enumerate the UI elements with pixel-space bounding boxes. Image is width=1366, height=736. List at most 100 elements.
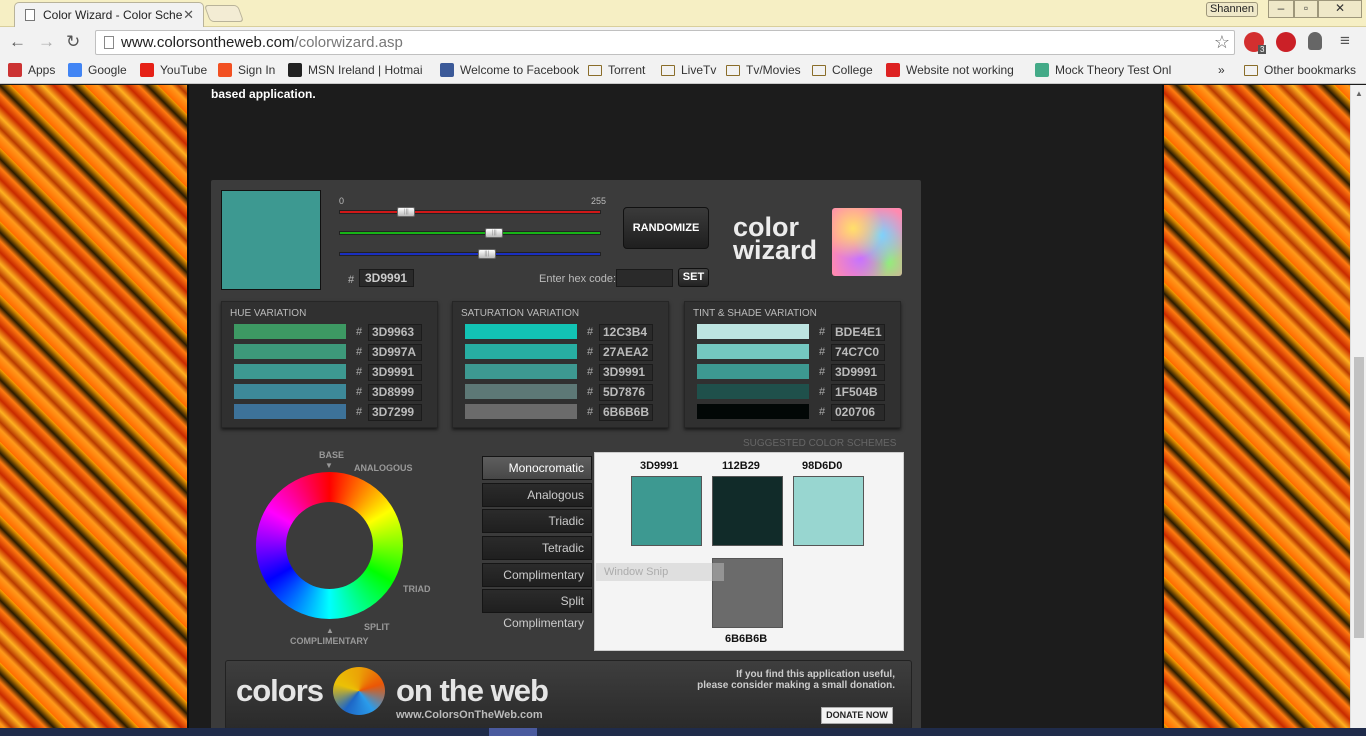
bookmark-livetv[interactable]: LiveTv bbox=[661, 63, 716, 77]
blue-slider-track[interactable] bbox=[339, 252, 601, 256]
variation-swatch[interactable] bbox=[697, 404, 809, 419]
bookmark-other-bookmarks[interactable]: Other bookmarks bbox=[1244, 63, 1356, 77]
back-arrow-icon[interactable]: ← bbox=[9, 33, 26, 51]
minimize-button[interactable]: – bbox=[1268, 0, 1294, 18]
variation-row[interactable]: #3D7299 bbox=[234, 404, 430, 421]
variation-swatch[interactable] bbox=[697, 344, 809, 359]
scheme-button-triadic[interactable]: Triadic bbox=[482, 509, 592, 533]
randomize-button[interactable]: RANDOMIZE bbox=[623, 207, 709, 249]
variation-row[interactable]: #27AEA2 bbox=[465, 344, 661, 361]
variation-swatch[interactable] bbox=[465, 404, 577, 419]
variation-row[interactable]: #1F504B bbox=[697, 384, 893, 401]
msn-icon bbox=[288, 63, 302, 77]
variation-swatch[interactable] bbox=[234, 384, 346, 399]
red-slider-track[interactable] bbox=[339, 210, 601, 214]
close-tab-icon[interactable]: ✕ bbox=[183, 7, 194, 23]
bookmark-msn-ireland-hotmai[interactable]: MSN Ireland | Hotmai bbox=[288, 63, 423, 77]
green-slider-track[interactable] bbox=[339, 231, 601, 235]
page-scrollbar[interactable]: ▲ bbox=[1350, 85, 1366, 736]
variation-hex: 74C7C0 bbox=[831, 344, 885, 361]
hash-symbol: # bbox=[587, 406, 594, 418]
profile-button[interactable]: Shannen bbox=[1206, 2, 1258, 17]
variation-swatch[interactable] bbox=[697, 384, 809, 399]
set-hex-button[interactable]: SET bbox=[678, 268, 709, 287]
bookmark-mock-theory-test-onl[interactable]: Mock Theory Test Onl bbox=[1035, 63, 1171, 77]
bookmark-website-not-working[interactable]: Website not working bbox=[886, 63, 1014, 77]
variation-swatch[interactable] bbox=[465, 344, 577, 359]
scheme-color-1-swatch[interactable] bbox=[631, 476, 702, 546]
variation-row[interactable]: #5D7876 bbox=[465, 384, 661, 401]
variation-row[interactable]: # BDE4E1 bbox=[697, 324, 893, 341]
scheme-button-split-complimentary[interactable]: Split Complimentary bbox=[482, 589, 592, 630]
address-bar[interactable]: www.colorsontheweb.com/colorwizard.asp ☆ bbox=[95, 30, 1235, 55]
bookmark-label: LiveTv bbox=[681, 63, 717, 77]
new-tab-button[interactable] bbox=[203, 5, 245, 22]
scheme-color-4-hex: 6B6B6B bbox=[725, 633, 768, 645]
red-slider-thumb[interactable]: ||| bbox=[397, 207, 416, 217]
scheme-button-analogous[interactable]: Analogous bbox=[482, 483, 592, 507]
bookmark-college[interactable]: College bbox=[812, 63, 873, 77]
scheme-color-3-swatch[interactable] bbox=[793, 476, 864, 546]
scheme-button-complimentary[interactable]: Complimentary bbox=[482, 563, 592, 587]
taskbar-active-item[interactable] bbox=[489, 728, 537, 736]
scroll-up-arrow-icon[interactable]: ▲ bbox=[1355, 89, 1363, 98]
donate-now-button[interactable]: DONATE NOW bbox=[821, 707, 893, 724]
browser-tab[interactable]: Color Wizard - Color Sche ✕ bbox=[14, 2, 204, 27]
variation-swatch[interactable] bbox=[697, 364, 809, 379]
variation-swatch[interactable] bbox=[465, 364, 577, 379]
reload-icon[interactable]: ↻ bbox=[66, 33, 80, 51]
color-wheel-center bbox=[286, 502, 373, 589]
current-color-swatch bbox=[221, 190, 321, 290]
variation-row[interactable]: #3D997A bbox=[234, 344, 430, 361]
variation-row[interactable]: #020706 bbox=[697, 404, 893, 421]
close-window-button[interactable]: ✕ bbox=[1318, 0, 1362, 18]
variation-row[interactable]: #12C3B4 bbox=[465, 324, 661, 341]
bookmark-google[interactable]: Google bbox=[68, 63, 127, 77]
variation-swatch[interactable] bbox=[697, 324, 809, 339]
triangle-icon bbox=[1035, 63, 1049, 77]
bookmark-welcome-to-facebook[interactable]: Welcome to Facebook bbox=[440, 63, 579, 77]
variation-swatch[interactable] bbox=[234, 404, 346, 419]
scheme-color-2-swatch[interactable] bbox=[712, 476, 783, 546]
variation-row[interactable]: #3D9991 bbox=[465, 364, 661, 381]
variation-row[interactable]: #6B6B6B bbox=[465, 404, 661, 421]
variation-hex: 27AEA2 bbox=[599, 344, 653, 361]
variation-swatch[interactable] bbox=[234, 344, 346, 359]
maximize-button[interactable]: ▫ bbox=[1294, 0, 1318, 18]
folder-icon bbox=[726, 64, 740, 76]
forward-arrow-icon[interactable]: → bbox=[38, 33, 55, 51]
variation-swatch[interactable] bbox=[234, 324, 346, 339]
bookmark-[interactable]: » bbox=[1218, 63, 1225, 77]
hex-code-input[interactable] bbox=[616, 269, 673, 287]
color-wheel[interactable] bbox=[256, 472, 403, 619]
pinterest-icon[interactable] bbox=[1276, 32, 1296, 52]
donate-message: If you find this application useful, ple… bbox=[697, 669, 895, 691]
scrollbar-thumb[interactable] bbox=[1354, 357, 1364, 638]
variation-swatch[interactable] bbox=[465, 384, 577, 399]
bookmark-sign-in[interactable]: Sign In bbox=[218, 63, 275, 77]
bulb-icon[interactable] bbox=[1308, 32, 1322, 50]
bookmark-tv-movies[interactable]: Tv/Movies bbox=[726, 63, 801, 77]
variation-swatch[interactable] bbox=[234, 364, 346, 379]
variation-swatch[interactable] bbox=[465, 324, 577, 339]
facebook-icon bbox=[440, 63, 454, 77]
bookmark-youtube[interactable]: YouTube bbox=[140, 63, 207, 77]
variation-row[interactable]: #3D8999 bbox=[234, 384, 430, 401]
scheme-button-tetradic[interactable]: Tetradic bbox=[482, 536, 592, 560]
colors-on-the-web-banner[interactable]: colors on the web www.ColorsOnTheWeb.com… bbox=[225, 660, 912, 730]
green-slider-thumb[interactable]: ||| bbox=[485, 228, 504, 238]
menu-icon[interactable]: ≡ bbox=[1340, 32, 1350, 50]
bookmark-apps[interactable]: Apps bbox=[8, 63, 55, 77]
variation-row[interactable]: #74C7C0 bbox=[697, 344, 893, 361]
variation-row[interactable]: #3D9963 bbox=[234, 324, 430, 341]
variation-row[interactable]: #3D9991 bbox=[234, 364, 430, 381]
intro-text: based application. bbox=[211, 87, 316, 101]
bookmark-torrent[interactable]: Torrent bbox=[588, 63, 645, 77]
scheme-button-monocromatic[interactable]: Monocromatic bbox=[482, 456, 592, 480]
variation-row[interactable]: #3D9991 bbox=[697, 364, 893, 381]
slider-max-label: 255 bbox=[591, 196, 607, 206]
variation-hex: 3D997A bbox=[368, 344, 422, 361]
page-info-icon[interactable] bbox=[104, 36, 114, 49]
bookmark-star-icon[interactable]: ☆ bbox=[1214, 32, 1230, 53]
blue-slider-thumb[interactable]: ||| bbox=[477, 249, 496, 259]
